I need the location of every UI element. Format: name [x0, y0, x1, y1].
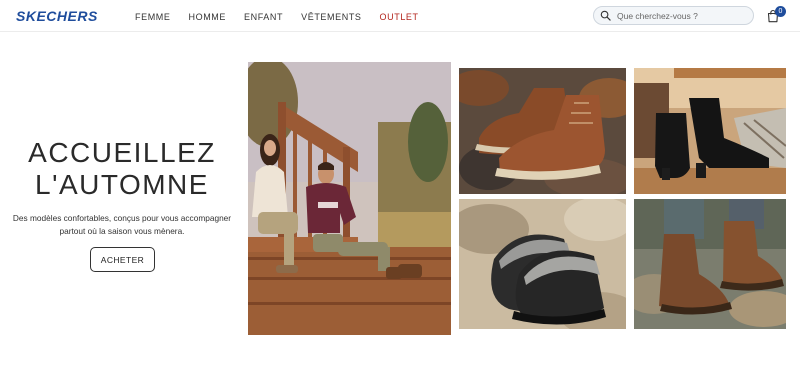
product-tile-brown-boots[interactable]	[459, 68, 626, 194]
product-tile-brown-lace-up-boots[interactable]	[634, 199, 786, 329]
nav-item-femme[interactable]: FEMME	[135, 12, 171, 22]
product-tile-black-heeled-boots[interactable]	[634, 68, 786, 194]
couple-on-porch-image	[248, 62, 451, 335]
hero-subtitle-line2: partout où la saison vous mènera.	[59, 226, 185, 236]
hero-title-line1: ACCUEILLEZ	[28, 137, 216, 168]
hero-title-line2: L'AUTOMNE	[35, 169, 209, 200]
search-input[interactable]	[617, 10, 747, 21]
cart-count-badge: 0	[775, 6, 786, 17]
site-header: SKECHERS FEMME HOMME ENFANT VÊTEMENTS OU…	[0, 0, 800, 32]
nav-item-homme[interactable]: HOMME	[189, 12, 227, 22]
svg-text:SKECHERS: SKECHERS	[16, 8, 98, 24]
hero-subtitle-line1: Des modèles confortables, conçus pour vo…	[12, 213, 232, 223]
hero-title: ACCUEILLEZ L'AUTOMNE	[0, 137, 244, 201]
brown-lace-up-boots-image	[634, 199, 786, 329]
nav-item-outlet[interactable]: OUTLET	[380, 12, 419, 22]
nav-item-vetements[interactable]: VÊTEMENTS	[301, 12, 361, 22]
shop-now-button[interactable]: ACHETER	[90, 247, 155, 272]
search-icon	[600, 10, 611, 21]
hero-main-image[interactable]	[248, 62, 451, 335]
brown-boots-image	[459, 68, 626, 194]
product-tile-fur-slippers[interactable]	[459, 199, 626, 329]
main-nav: FEMME HOMME ENFANT VÊTEMENTS OUTLET	[135, 12, 437, 22]
fur-slippers-image	[459, 199, 626, 329]
search-bar[interactable]	[593, 6, 754, 25]
skechers-logo[interactable]: SKECHERS	[16, 8, 120, 24]
black-heeled-boots-image	[634, 68, 786, 194]
hero-subtitle: Des modèles confortables, conçus pour vo…	[0, 212, 244, 238]
nav-item-enfant[interactable]: ENFANT	[244, 12, 283, 22]
